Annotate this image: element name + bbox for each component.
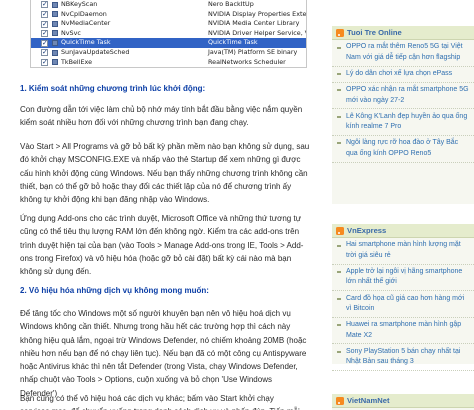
article-column: NBKeyScan Nero BackItUp NvCplDaemon NVID…	[0, 0, 318, 410]
section-heading-services: 2. Vô hiệu hóa những dịch vụ không mong …	[20, 286, 209, 295]
rss-icon	[336, 29, 344, 37]
startup-row: NvMediaCenter NVIDIA Media Center Librar…	[31, 19, 306, 29]
news-link[interactable]: Apple trở lại ngôi vị hãng smartphone lớ…	[332, 265, 474, 292]
news-box-title[interactable]: VietNamNet	[347, 396, 390, 405]
news-link-list: Hai smartphone màn hình lượng mặt trời g…	[332, 238, 474, 371]
startup-row: NvCplDaemon NVIDIA Display Properties Ex…	[31, 10, 306, 20]
startup-item-name: NBKeyScan	[61, 0, 98, 8]
section-heading-startup: 1. Kiểm soát những chương trình lúc khởi…	[20, 84, 206, 93]
startup-item-desc: NVIDIA Display Properties Extension	[208, 9, 307, 18]
bullet-icon	[337, 244, 341, 247]
program-icon	[52, 11, 58, 18]
startup-row: NBKeyScan Nero BackItUp	[31, 0, 306, 10]
checkbox-icon	[41, 0, 48, 9]
news-link[interactable]: Sony PlayStation 5 bán chạy nhất tại Nhậ…	[332, 344, 474, 371]
news-box-vietnamnet: VietNamNet	[332, 394, 474, 410]
news-link[interactable]: Lý do dân chơi xế lựa chọn ePass	[332, 67, 474, 83]
news-link[interactable]: Card đồ họa cũ giá cao hơn hàng mới vì B…	[332, 291, 474, 318]
bullet-icon	[337, 46, 341, 49]
startup-row-selected: QuickTime Task QuickTime Task	[31, 38, 306, 48]
sidebar: Tuoi Tre Online OPPO ra mắt thêm Reno5 5…	[326, 0, 474, 410]
program-icon	[52, 59, 58, 66]
checkbox-icon	[41, 10, 48, 19]
program-icon	[52, 20, 58, 27]
bullet-icon	[337, 324, 341, 327]
news-link[interactable]: Lê Kông K'Lanh đẹp huyền ảo qua ống kính…	[332, 109, 474, 136]
news-link-list: OPPO ra mắt thêm Reno5 5G tại Việt Nam v…	[332, 40, 474, 163]
checkbox-icon	[41, 29, 48, 38]
checkbox-icon	[41, 58, 48, 67]
news-box-header: Tuoi Tre Online	[332, 26, 474, 40]
news-box-vnexpress: VnExpress Hai smartphone màn hình lượng …	[332, 224, 474, 371]
paragraph: Để tăng tốc cho Windows một số người khu…	[20, 309, 307, 398]
startup-item-desc: Nero BackItUp	[208, 0, 254, 8]
bullet-icon	[337, 89, 341, 92]
startup-row: NvSvc NVIDIA Driver Helper Service, Vers…	[31, 29, 306, 39]
program-icon	[52, 39, 58, 46]
startup-row: SunJavaUpdateSched Java(TM) Platform SE …	[31, 48, 306, 58]
news-link[interactable]: Ngôi làng rực rỡ hoa đào ở Tây Bắc qua ố…	[332, 136, 474, 163]
paragraph: Ứng dụng Add-ons cho các trình duyệt, Mi…	[20, 214, 304, 277]
startup-item-desc: NVIDIA Driver Helper Service, Versi	[208, 28, 306, 37]
bullet-icon	[337, 350, 341, 353]
paragraph: Con đường dẫn tới việc làm chủ bộ nhớ má…	[20, 105, 303, 128]
news-box-title[interactable]: Tuoi Tre Online	[347, 28, 402, 37]
news-box-header: VietNamNet	[332, 394, 474, 408]
bullet-icon	[337, 142, 341, 145]
startup-item-name: NvCplDaemon	[61, 9, 107, 18]
rss-icon	[336, 227, 344, 235]
startup-item-name: NvSvc	[61, 28, 81, 37]
bullet-icon	[337, 271, 341, 274]
startup-item-desc: QuickTime Task	[208, 38, 258, 47]
startup-item-desc: NVIDIA Media Center Library	[208, 19, 300, 28]
startup-item-desc: Java(TM) Platform SE binary	[208, 47, 298, 56]
checkbox-icon	[41, 39, 48, 48]
checkbox-icon	[41, 20, 48, 29]
startup-item-name: SunJavaUpdateSched	[61, 47, 130, 56]
bullet-icon	[337, 115, 341, 118]
program-icon	[52, 49, 58, 56]
news-box-tuoitre: Tuoi Tre Online OPPO ra mắt thêm Reno5 5…	[332, 26, 474, 204]
startup-item-name: QuickTime Task	[61, 38, 111, 47]
news-link[interactable]: OPPO ra mắt thêm Reno5 5G tại Việt Nam v…	[332, 40, 474, 67]
news-box-title[interactable]: VnExpress	[347, 226, 386, 235]
bullet-icon	[337, 297, 341, 300]
startup-item-name: NvMediaCenter	[61, 19, 111, 28]
program-icon	[52, 30, 58, 37]
program-icon	[52, 1, 58, 8]
startup-item-desc: RealNetworks Scheduler	[208, 57, 286, 66]
startup-item-name: TkBellExe	[61, 57, 93, 66]
news-box-header: VnExpress	[332, 224, 474, 238]
startup-row: TkBellExe RealNetworks Scheduler	[31, 57, 306, 67]
startup-screenshot: NBKeyScan Nero BackItUp NvCplDaemon NVID…	[30, 0, 307, 68]
paragraph: Vào Start > All Programs và gỡ bỏ bất kỳ…	[20, 142, 310, 205]
news-link[interactable]: Hai smartphone màn hình lượng mặt trời g…	[332, 238, 474, 265]
news-link[interactable]: Huawei ra smartphone màn hình gập Mate X…	[332, 318, 474, 345]
paragraph: Bạn cũng có thể vô hiệu hoá các dịch vụ …	[20, 394, 306, 410]
rss-icon	[336, 397, 344, 405]
checkbox-icon	[41, 48, 48, 57]
bullet-icon	[337, 73, 341, 76]
news-link[interactable]: OPPO xác nhận ra mắt smartphone 5G mới v…	[332, 83, 474, 110]
